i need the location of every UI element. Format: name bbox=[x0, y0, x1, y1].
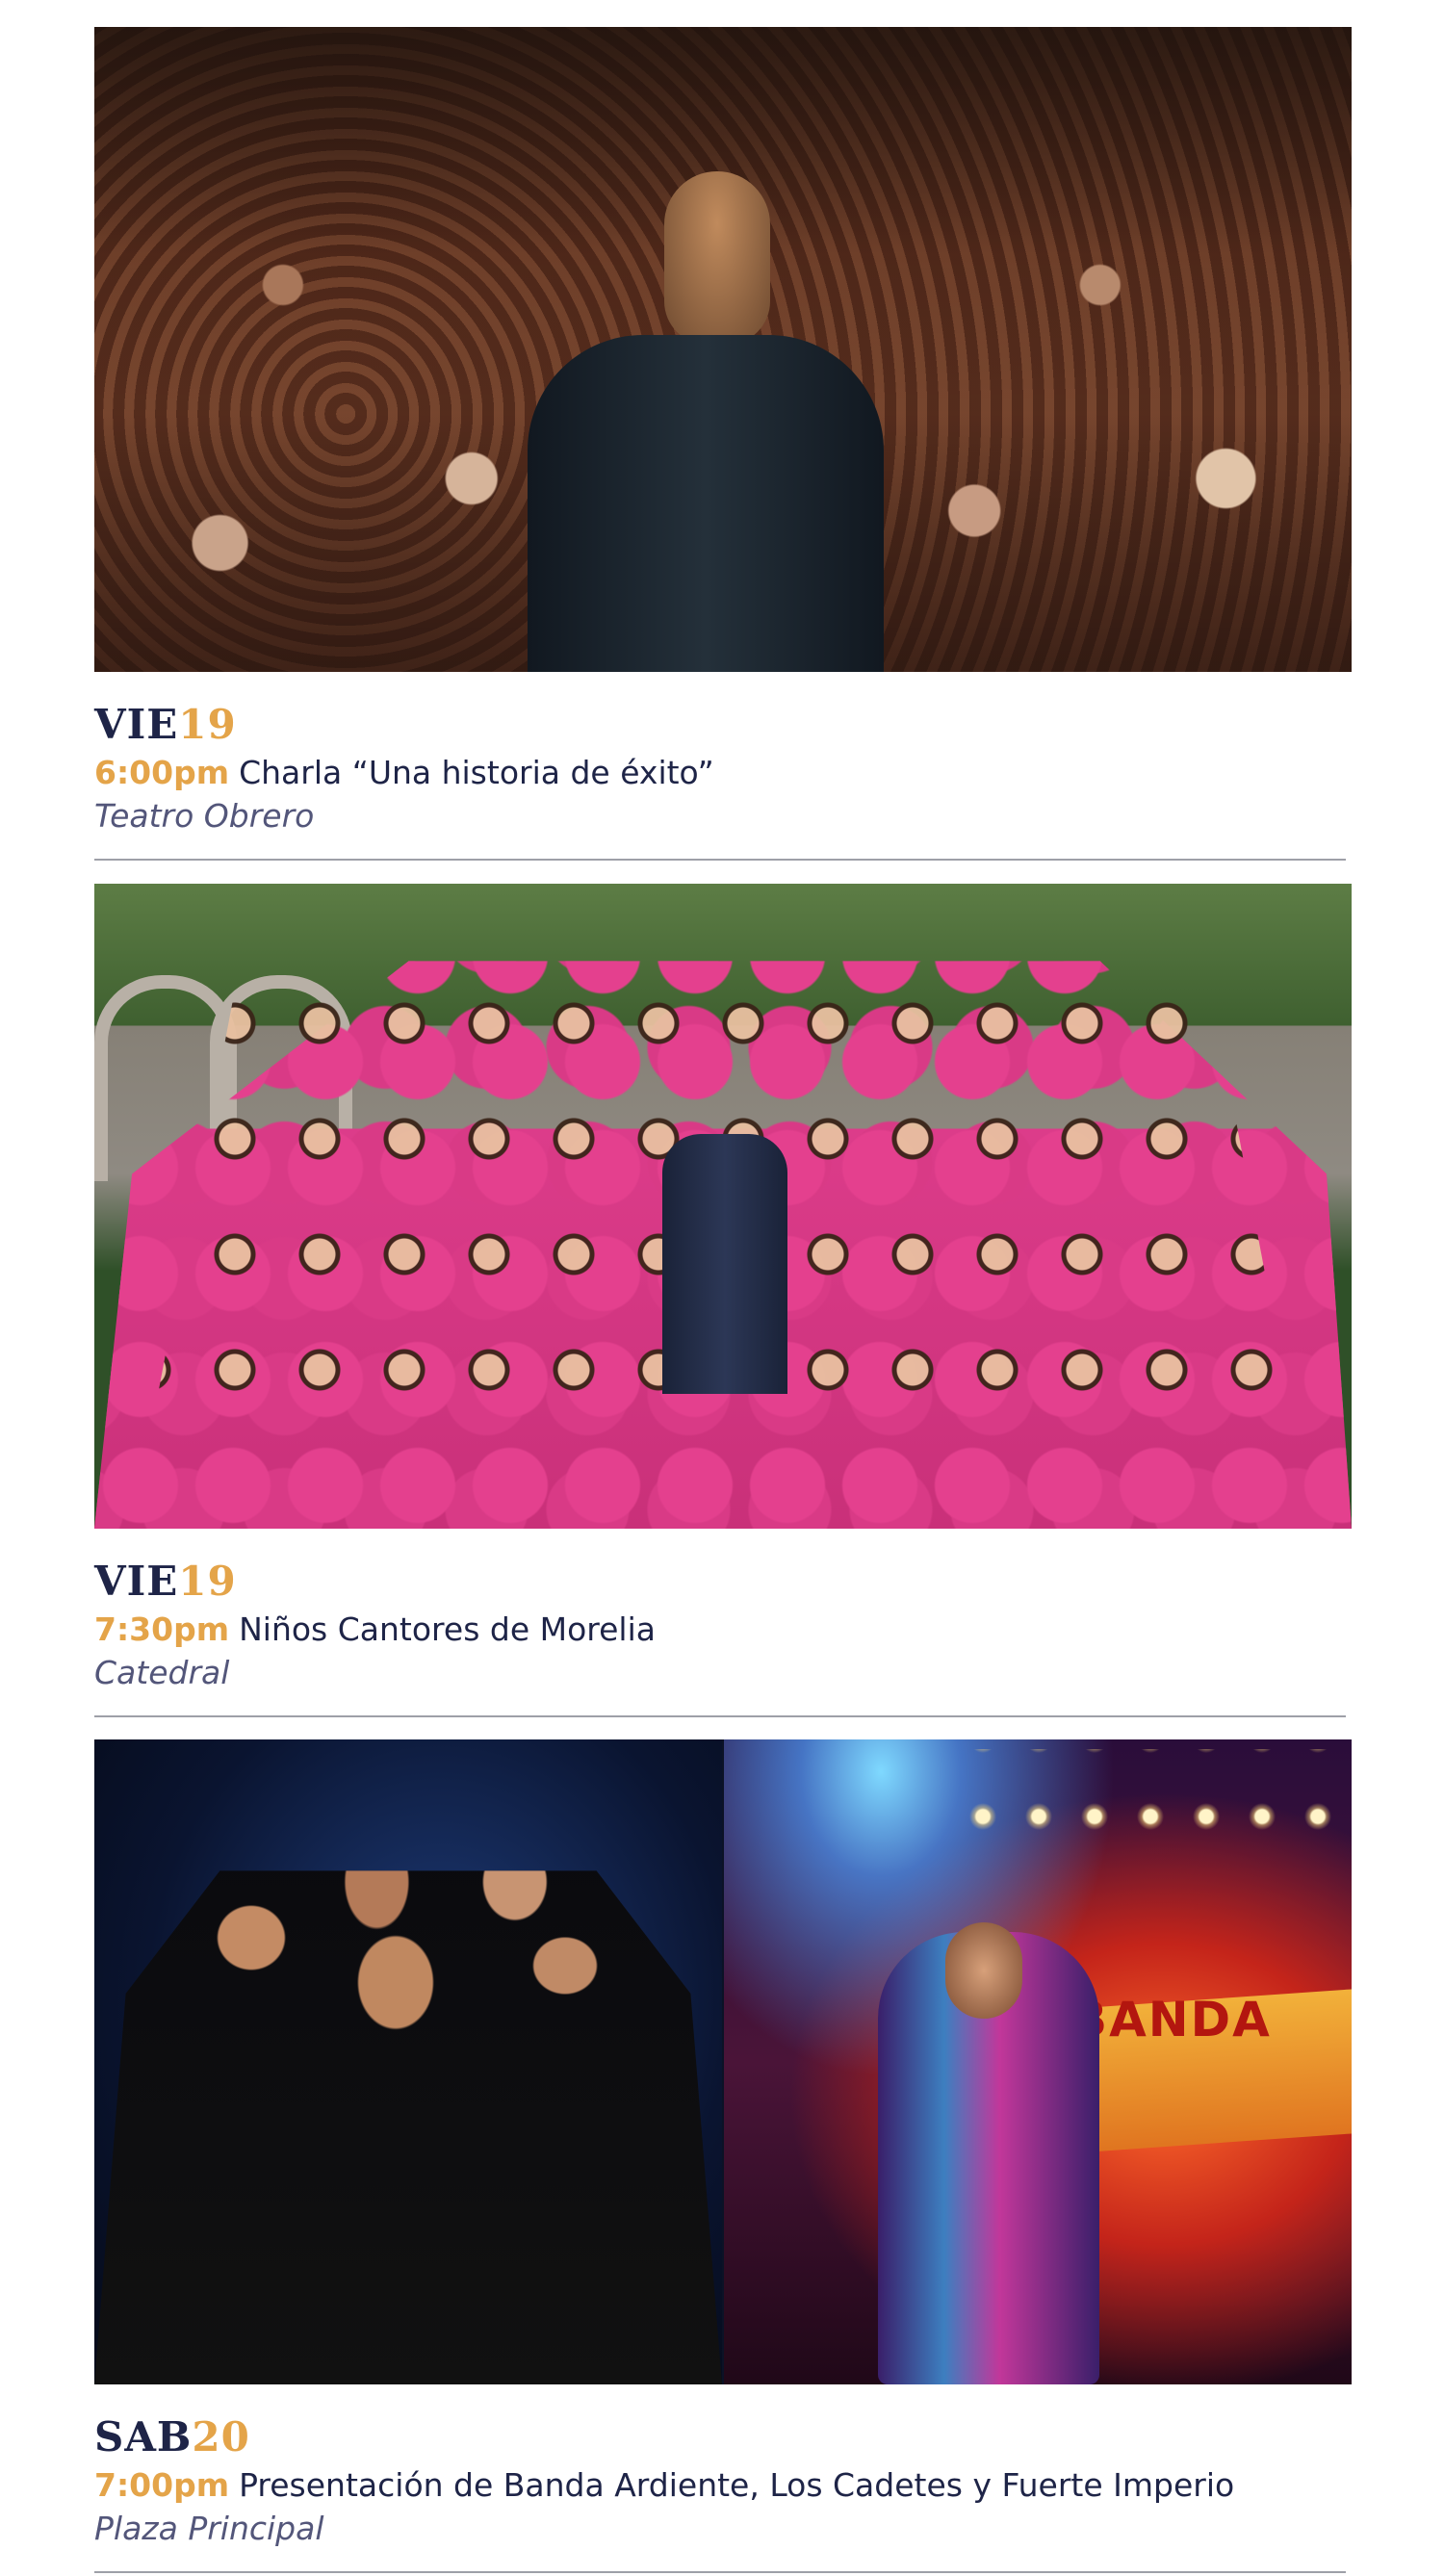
event-venue: Catedral bbox=[94, 1654, 230, 1691]
event-info: 7:00pm Presentación de Banda Ardiente, Lo… bbox=[94, 2463, 1352, 2508]
event-title[interactable]: Presentación de Banda Ardiente, Los Cade… bbox=[239, 2466, 1234, 2504]
speaker-figure bbox=[528, 335, 884, 672]
event-venue: Plaza Principal bbox=[94, 2510, 324, 2547]
day-number: 19 bbox=[178, 1558, 237, 1605]
event-card[interactable]: VIE19 6:00pm Charla “Una historia de éxit… bbox=[94, 27, 1352, 861]
day-number: 19 bbox=[178, 701, 237, 748]
event-photo[interactable] bbox=[94, 884, 1352, 1529]
event-schedule: VIE19 6:00pm Charla “Una historia de éxit… bbox=[0, 0, 1444, 2576]
event-title[interactable]: Niños Cantores de Morelia bbox=[239, 1610, 656, 1648]
stage-lights bbox=[955, 1749, 1352, 1865]
event-time: 7:30pm bbox=[94, 1610, 230, 1648]
band-photo-right: BANDA bbox=[724, 1739, 1352, 2384]
speaker-head bbox=[664, 171, 770, 345]
event-day: VIE19 bbox=[94, 1558, 1352, 1606]
event-card[interactable]: BANDA SAB20 7:00pm Presentación de Banda … bbox=[94, 1739, 1352, 2573]
divider bbox=[94, 859, 1346, 861]
band-photo-left bbox=[94, 1739, 722, 2384]
day-name: VIE bbox=[94, 1558, 179, 1605]
stage-sign-text: BANDA bbox=[1070, 1992, 1272, 2048]
event-info: 6:00pm Charla “Una historia de éxito” bbox=[94, 751, 1352, 795]
event-day: VIE19 bbox=[94, 701, 1352, 749]
day-number: 20 bbox=[192, 2413, 250, 2460]
event-time: 7:00pm bbox=[94, 2466, 230, 2504]
day-name: SAB bbox=[94, 2413, 193, 2460]
event-info: 7:30pm Niños Cantores de Morelia bbox=[94, 1608, 1352, 1652]
divider bbox=[94, 1715, 1346, 1717]
event-venue: Teatro Obrero bbox=[94, 797, 315, 835]
event-time: 6:00pm bbox=[94, 754, 230, 791]
band-members bbox=[94, 1870, 722, 2384]
event-card[interactable]: VIE19 7:30pm Niños Cantores de Morelia Ca… bbox=[94, 884, 1352, 1717]
event-title[interactable]: Charla “Una historia de éxito” bbox=[239, 754, 714, 791]
event-photo[interactable] bbox=[94, 27, 1352, 672]
singer-head bbox=[945, 1922, 1022, 2019]
day-name: VIE bbox=[94, 701, 179, 748]
choir-director bbox=[662, 1134, 787, 1394]
event-photo[interactable]: BANDA bbox=[94, 1739, 1352, 2384]
divider bbox=[94, 2571, 1346, 2573]
event-day: SAB20 bbox=[94, 2413, 1352, 2461]
